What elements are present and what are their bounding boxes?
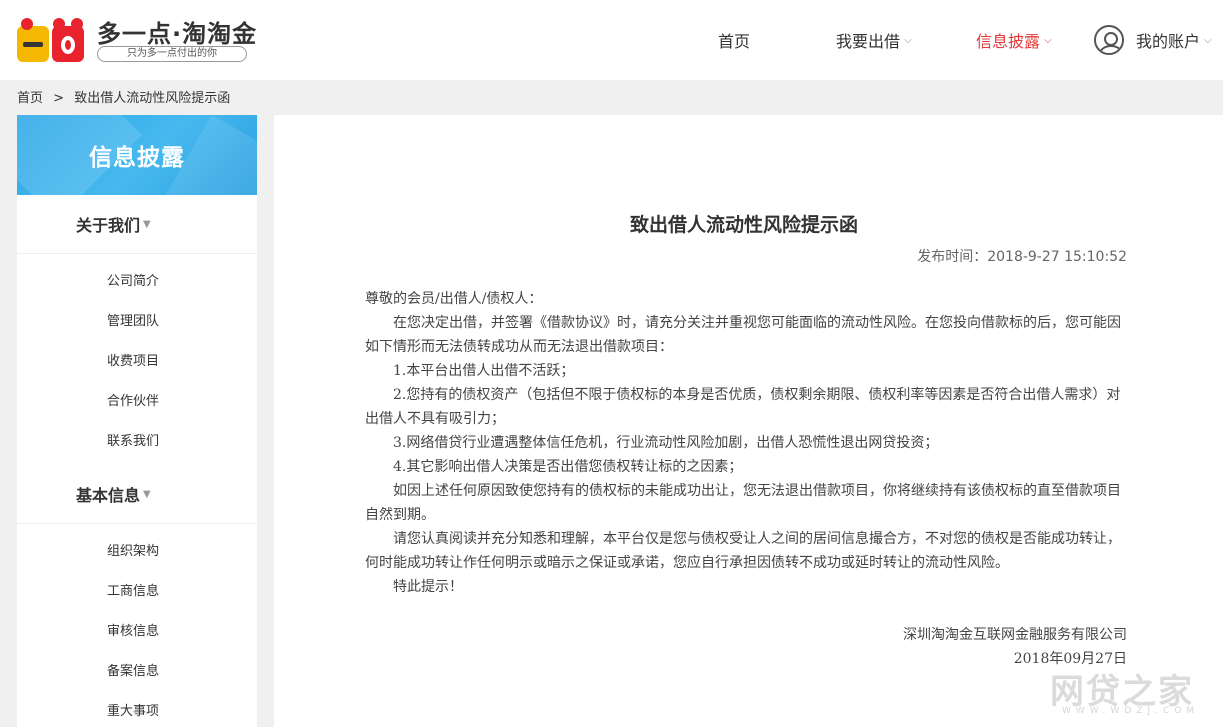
article-salutation: 尊敬的会员/出借人/债权人： <box>365 291 543 307</box>
sidebar-item-filing-info[interactable]: 备案信息 <box>17 649 257 689</box>
signature-company: 深圳淘淘金互联网金融服务有限公司 <box>903 627 1127 643</box>
nav-disclosure[interactable]: 信息披露 ⌵ <box>976 0 1052 80</box>
chevron-down-icon: ⌵ <box>904 34 912 46</box>
chevron-down-icon: ⌵ <box>1044 34 1052 46</box>
user-circle-icon <box>1094 25 1124 55</box>
article-body: 尊敬的会员/出借人/债权人： 在您决定出借，并签署《借款协议》时，请充分关注并重… <box>365 287 1130 599</box>
nav-invest-label: 我要出借 <box>836 32 901 51</box>
article-panel: 致出借人流动性风险提示函 发布时间：2018-9-27 15:10:52 尊敬的… <box>274 115 1223 727</box>
sidebar-item-fees[interactable]: 收费项目 <box>17 339 257 379</box>
sidebar-item-audit-info[interactable]: 审核信息 <box>17 609 257 649</box>
article-paragraph: 如因上述任何原因致使您持有的债权标的未能成功出让，您无法退出借款项目，你将继续持… <box>365 483 1121 523</box>
article-paragraph: 特此提示！ <box>393 579 463 595</box>
article-paragraph: 2.您持有的债权资产（包括但不限于债权标的本身是否优质，债权剩余期限、债权利率等… <box>365 387 1121 427</box>
sidebar-section-title: 关于我们 <box>76 216 141 235</box>
sidebar-banner: 信息披露 <box>17 115 257 195</box>
nav-disclosure-label: 信息披露 <box>976 32 1041 51</box>
site-logo[interactable]: 多一点·淘淘金 只为多一点付出的你 <box>17 14 257 66</box>
nav-home[interactable]: 首页 <box>718 0 750 80</box>
breadcrumb-current: 致出借人流动性风险提示函 <box>74 91 231 106</box>
nav-home-label: 首页 <box>718 32 751 51</box>
sidebar-menu-about: 公司简介 管理团队 收费项目 合作伙伴 联系我们 <box>17 254 257 465</box>
breadcrumb-home[interactable]: 首页 <box>17 91 43 106</box>
logo-title: 多一点·淘淘金 <box>97 20 258 48</box>
sidebar-item-partners[interactable]: 合作伙伴 <box>17 379 257 419</box>
article-paragraph: 3.网络借贷行业遭遇整体信任危机，行业流动性风险加剧，出借人恐慌性退出网贷投资； <box>393 435 939 451</box>
chevron-down-icon: ⌵ <box>1204 34 1212 46</box>
caret-down-icon: ▼ <box>143 218 151 230</box>
sidebar-item-org-structure[interactable]: 组织架构 <box>17 529 257 569</box>
sidebar-section-about[interactable]: 关于我们 ▼ <box>17 195 257 254</box>
caret-down-icon: ▼ <box>143 488 151 500</box>
sidebar-item-company-intro[interactable]: 公司简介 <box>17 259 257 299</box>
watermark-url: WWW.WDZJ.COM <box>1062 706 1200 716</box>
sidebar-section-title: 基本信息 <box>76 486 141 505</box>
top-header: 多一点·淘淘金 只为多一点付出的你 首页 我要出借 ⌵ 信息披露 ⌵ 我的账户 … <box>0 0 1223 80</box>
sidebar: 信息披露 关于我们 ▼ 公司简介 管理团队 收费项目 合作伙伴 联系我们 基本信… <box>17 115 257 727</box>
sidebar-banner-title: 信息披露 <box>89 145 185 171</box>
logo-mark-icon <box>17 18 85 62</box>
sidebar-item-major-events[interactable]: 重大事项 <box>17 689 257 727</box>
breadcrumb: 首页 > 致出借人流动性风险提示函 <box>17 87 236 106</box>
article-paragraph: 4.其它影响出借人决策是否出借您债权转让标的之因素； <box>393 459 743 475</box>
publish-time: 发布时间：2018-9-27 15:10:52 <box>917 249 1127 265</box>
sidebar-menu-basic-info: 组织架构 工商信息 审核信息 备案信息 重大事项 <box>17 524 257 727</box>
nav-account-label: 我的账户 <box>1136 32 1201 51</box>
article-title: 致出借人流动性风险提示函 <box>629 214 858 236</box>
sidebar-section-basic-info[interactable]: 基本信息 ▼ <box>17 465 257 524</box>
sidebar-item-business-info[interactable]: 工商信息 <box>17 569 257 609</box>
nav-account[interactable]: 我的账户 ⌵ <box>1094 0 1212 80</box>
sidebar-item-contact[interactable]: 联系我们 <box>17 419 257 459</box>
article-paragraph: 在您决定出借，并签署《借款协议》时，请充分关注并重视您可能面临的流动性风险。在您… <box>365 315 1121 355</box>
breadcrumb-separator: > <box>53 91 65 106</box>
sidebar-item-management-team[interactable]: 管理团队 <box>17 299 257 339</box>
nav-invest[interactable]: 我要出借 ⌵ <box>836 0 912 80</box>
article-paragraph: 1.本平台出借人出借不活跃； <box>393 363 575 379</box>
logo-slogan: 只为多一点付出的你 <box>97 46 247 62</box>
article-paragraph: 请您认真阅读并充分知悉和理解，本平台仅是您与债权受让人之间的居间信息撮合方，不对… <box>365 531 1121 571</box>
